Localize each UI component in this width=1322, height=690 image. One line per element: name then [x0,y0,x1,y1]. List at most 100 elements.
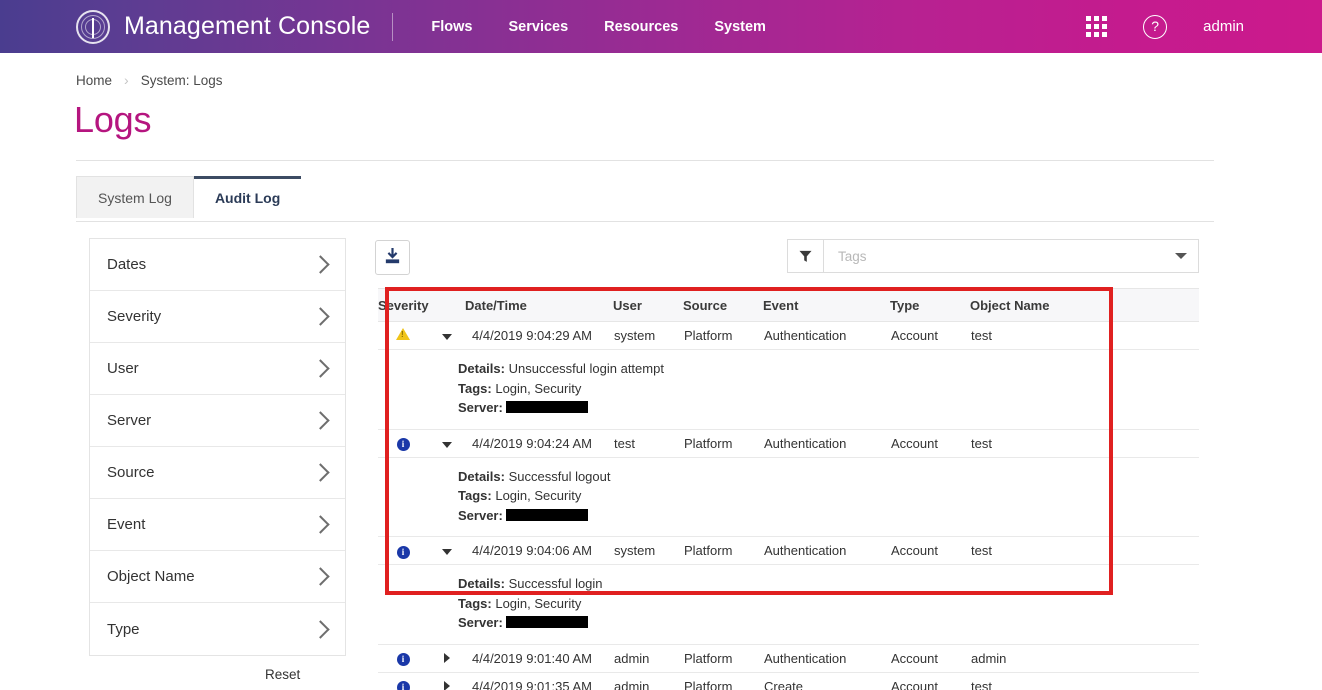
tab-bar: System Log Audit Log [76,175,301,217]
grid-apps-icon[interactable] [1086,16,1107,37]
user-cell: test [613,429,683,457]
table-row[interactable]: i 4/4/2019 9:04:24 AM test Platform Auth… [378,429,1199,457]
top-navigation-bar: Management Console Flows Services Resour… [0,0,1322,53]
info-icon: i [397,653,410,666]
table-detail-row: Details: Successful login Tags: Login, S… [378,565,1199,645]
audit-log-table-container[interactable]: Severity Date/Time User Source Event Typ… [378,288,1199,690]
table-detail-row: Details: Unsuccessful login attempt Tags… [378,350,1199,430]
filter-item-server[interactable]: Server [90,395,345,447]
event-cell: Authentication [763,429,890,457]
spacer-cell [1113,429,1199,457]
filter-item-type[interactable]: Type [90,603,345,655]
detail-server-line: Server: [458,398,1199,418]
filter-item-label: Type [107,621,140,638]
nav-item-flows[interactable]: Flows [413,19,490,35]
tabs-baseline-divider [76,221,1214,222]
detail-tags-line: Tags: Login, Security [458,594,1199,614]
source-cell: Platform [683,429,763,457]
chevron-down-icon[interactable] [442,549,452,555]
redacted-server-value [506,616,588,628]
table-row[interactable]: i 4/4/2019 9:01:40 AM admin Platform Aut… [378,644,1199,672]
filter-item-dates[interactable]: Dates [90,239,345,291]
column-header-event[interactable]: Event [763,289,890,322]
expand-cell[interactable] [428,672,465,690]
user-cell: system [613,537,683,565]
filter-item-object-name[interactable]: Object Name [90,551,345,603]
object-name-cell: test [970,537,1113,565]
filter-item-severity[interactable]: Severity [90,291,345,343]
table-header-row: Severity Date/Time User Source Event Typ… [378,289,1199,322]
user-menu[interactable]: admin [1203,18,1244,35]
type-cell: Account [890,537,970,565]
chevron-right-icon [311,307,329,325]
tab-audit-log[interactable]: Audit Log [194,176,301,218]
filter-item-event[interactable]: Event [90,499,345,551]
detail-server-label: Server: [458,400,503,415]
detail-tags-line: Tags: Login, Security [458,379,1199,399]
page-title: Logs [74,99,151,141]
detail-details-value: Successful login [509,576,603,591]
column-header-object-name[interactable]: Object Name [970,289,1113,322]
tags-input[interactable] [824,248,1164,265]
chevron-down-icon[interactable] [442,334,452,340]
column-header-source[interactable]: Source [683,289,763,322]
type-cell: Account [890,322,970,350]
chevron-down-icon[interactable] [1164,253,1198,259]
header-divider [392,13,393,41]
funnel-filter-icon[interactable] [788,240,824,272]
source-cell: Platform [683,322,763,350]
source-cell: Platform [683,537,763,565]
table-detail-row: Details: Successful logout Tags: Login, … [378,457,1199,537]
chevron-right-icon[interactable] [444,681,450,690]
filter-item-label: Severity [107,308,161,325]
chevron-right-icon [311,255,329,273]
nav-item-system[interactable]: System [696,19,784,35]
detail-details-value: Unsuccessful login attempt [509,361,664,376]
tab-system-log[interactable]: System Log [76,176,194,218]
audit-log-table: Severity Date/Time User Source Event Typ… [378,288,1199,690]
spacer-cell [1113,322,1199,350]
column-header-datetime[interactable]: Date/Time [465,289,613,322]
detail-details-label: Details: [458,361,505,376]
table-row[interactable]: i 4/4/2019 9:01:35 AM admin Platform Cre… [378,672,1199,690]
spacer-cell [1113,644,1199,672]
severity-cell: i [378,672,428,690]
detail-tags-label: Tags: [458,488,492,503]
filter-item-source[interactable]: Source [90,447,345,499]
column-header-severity[interactable]: Severity [378,289,465,322]
breadcrumb-home[interactable]: Home [76,73,112,88]
table-row[interactable]: 4/4/2019 9:04:29 AM system Platform Auth… [378,322,1199,350]
chevron-right-icon [311,463,329,481]
severity-cell: i [378,537,428,565]
table-row[interactable]: i 4/4/2019 9:04:06 AM system Platform Au… [378,537,1199,565]
type-cell: Account [890,672,970,690]
expand-cell[interactable] [428,429,465,457]
object-name-cell: test [970,672,1113,690]
audit-log-table-body: 4/4/2019 9:04:29 AM system Platform Auth… [378,322,1199,690]
user-cell: admin [613,644,683,672]
type-cell: Account [890,429,970,457]
expand-cell[interactable] [428,322,465,350]
nav-item-services[interactable]: Services [491,19,587,35]
detail-details-label: Details: [458,576,505,591]
filter-item-user[interactable]: User [90,343,345,395]
download-button[interactable] [375,240,410,275]
detail-details-line: Details: Successful logout [458,467,1199,487]
datetime-cell: 4/4/2019 9:04:24 AM [465,429,613,457]
app-title: Management Console [124,12,370,41]
chevron-right-icon [311,359,329,377]
nav-item-resources[interactable]: Resources [586,19,696,35]
filter-panel: Dates Severity User Server Source Event … [89,238,346,656]
expand-cell[interactable] [428,644,465,672]
chevron-right-icon [311,567,329,585]
column-header-type[interactable]: Type [890,289,970,322]
chevron-right-icon[interactable] [444,653,450,663]
datetime-cell: 4/4/2019 9:04:29 AM [465,322,613,350]
severity-cell: i [378,429,428,457]
download-icon [383,248,402,267]
chevron-down-icon[interactable] [442,442,452,448]
question-mark-icon[interactable]: ? [1143,15,1167,39]
column-header-user[interactable]: User [613,289,683,322]
reset-filters-link[interactable]: Reset [265,667,300,682]
expand-cell[interactable] [428,537,465,565]
